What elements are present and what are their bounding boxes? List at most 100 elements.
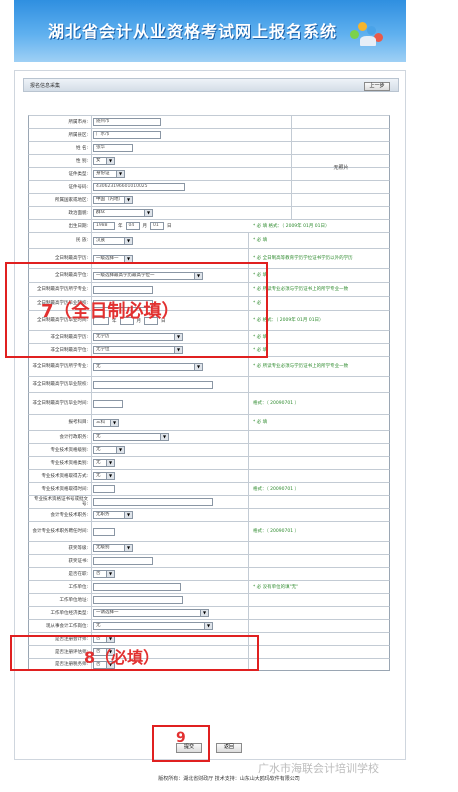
select-field[interactable]: 无 (93, 472, 115, 480)
select-field[interactable]: 无 (93, 446, 125, 454)
field-label: 出生日期: (68, 223, 88, 229)
form-row: 专业技术资格证书号或批文号: (28, 495, 390, 508)
form-row: 民 族: 汉族 * 必 填 (28, 232, 390, 248)
field-label: 非全日制最高学历所学专业: (32, 364, 88, 369)
field-control (93, 377, 213, 392)
field-label: 政治面貌: (68, 210, 88, 216)
year-unit: 年 (118, 224, 123, 229)
select-field[interactable]: 三科 (93, 418, 119, 427)
select-field[interactable]: 否 (93, 570, 115, 578)
text-input[interactable] (93, 380, 213, 389)
field-note: 格式：（ 20090701 ） (253, 529, 300, 534)
back-button[interactable]: 返回 (216, 743, 242, 753)
field-label: 现从事会计工作岗位: (45, 623, 88, 629)
text-input[interactable]: 广水市 (93, 131, 161, 139)
annotation-label-8: 8（必填） (84, 648, 160, 667)
field-control: 群众 (93, 207, 153, 219)
select-field[interactable]: 无 (93, 433, 169, 441)
select-field[interactable]: 无 (93, 622, 213, 630)
people-logo-icon (350, 20, 384, 50)
text-input[interactable] (93, 583, 181, 591)
form-row: 非全日制最高学历毕业院校: (28, 376, 390, 392)
text-input[interactable] (93, 498, 213, 506)
text-input[interactable] (93, 485, 115, 493)
form-row: 出生日期: 1988 年 04 月 01 日 * 必 填 格式：（ 2009年 01月 01日… (28, 219, 390, 232)
annotation-label-7: 7（全日制必填） (41, 301, 180, 322)
field-control: 女 (93, 155, 115, 167)
text-input[interactable]: 张华 (93, 144, 133, 152)
section-title: 报名信息采集 (30, 83, 61, 89)
date-month-input[interactable]: 04 (125, 222, 140, 230)
field-control: 一请选择一 (93, 607, 209, 619)
form-row: 工作单位: * 必 没有单位的填"无" (28, 580, 390, 593)
field-control (93, 555, 153, 567)
field-label: 获奖等级: (68, 545, 88, 551)
date-year-input[interactable]: 1988 (93, 222, 115, 230)
field-label: 所属县区: (68, 132, 88, 138)
field-label: 获奖证书: (68, 558, 88, 564)
field-control (93, 594, 183, 606)
field-label: 民 族: (76, 238, 88, 243)
previous-step-button[interactable]: 上一步 (364, 82, 390, 91)
field-label: 证件类型: (68, 171, 88, 177)
select-field[interactable]: 无 (93, 459, 115, 467)
date-day-input[interactable]: 01 (150, 222, 164, 230)
field-label: 所属市州: (68, 119, 88, 125)
field-label: 工作单位: (68, 584, 88, 590)
field-control: 无 (93, 470, 115, 482)
field-control (93, 522, 115, 541)
field-label: 专业技术资格级别: (50, 447, 88, 453)
field-label: 报考科目: (68, 420, 88, 425)
app-title: 湖北省会计从业资格考试网上报名系统 (48, 22, 338, 41)
form-row: 专业技术资格取得时间: 格式：（ 20090701 ） (28, 482, 390, 495)
field-label: 工作单位经济类型: (50, 610, 88, 616)
select-field[interactable]: 无 (93, 362, 203, 371)
field-label: 所属国家或地区: (54, 197, 88, 203)
field-label: 专业技术资格证书号或批文号: (34, 497, 88, 507)
watermark: 广水市海联会计培训学校 (258, 762, 379, 775)
field-control: 中国（内地） (93, 194, 133, 206)
field-label: 性 别: (76, 158, 88, 164)
field-control: 无 (93, 444, 125, 456)
form-row: 非全日制最高学历所学专业: 无 * 必 所读专业必须与学历证书上的所学专业一致 (28, 356, 390, 376)
form-row: 现从事会计工作岗位: 无 (28, 619, 390, 632)
field-control: 无 (93, 357, 203, 376)
text-input[interactable] (93, 596, 183, 604)
select-field[interactable]: 无职务 (93, 511, 133, 519)
field-label: 会计专业技术职务: (50, 512, 88, 518)
text-input[interactable] (93, 399, 123, 408)
field-label: 专业技术资格取得时间: (41, 486, 88, 492)
select-field[interactable]: 汉族 (93, 236, 133, 245)
field-control: 身份证 (93, 168, 125, 180)
select-field[interactable]: 中国（内地） (93, 196, 133, 204)
form-row: 是否在职: 否 (28, 567, 390, 580)
day-unit: 日 (167, 224, 172, 229)
submit-button[interactable]: 提交 (176, 743, 202, 753)
field-label: 姓 名: (76, 145, 88, 151)
field-note: * 必 没有单位的填"无" (253, 584, 299, 590)
field-control: 无 (93, 431, 169, 443)
photo-placeholder: 无照片 (291, 115, 390, 219)
text-input[interactable] (93, 527, 115, 536)
select-field[interactable]: 群众 (93, 209, 153, 217)
field-label: 专业技术资格类别: (50, 460, 88, 466)
form-row: 非全日制最高学历毕业时间: 格式：（ 20090701 ） (28, 392, 390, 414)
select-field[interactable]: 女 (93, 157, 115, 165)
field-note: 格式：（ 20090701 ） (253, 401, 300, 406)
form-row: 报考科目: 三科 * 必 填 (28, 414, 390, 430)
field-note: * 必 所读专业必须与学历证书上的所学专业一致 (253, 364, 349, 369)
text-input[interactable]: 430623196601010025 (93, 183, 185, 191)
form-row: 会计专业技术职务聘任时间: 格式：（ 20090701 ） (28, 521, 390, 541)
text-input[interactable] (93, 557, 153, 565)
select-field[interactable]: 一请选择一 (93, 609, 209, 617)
field-label: 会计行政职务: (59, 434, 88, 440)
field-control: 广水市 (93, 129, 161, 141)
field-control: 随州市 (93, 116, 161, 128)
select-field[interactable]: 身份证 (93, 170, 125, 178)
form-row: 专业技术资格级别: 无 (28, 443, 390, 456)
field-control: 三科 (93, 415, 119, 430)
select-field[interactable]: 无级别 (93, 544, 133, 552)
field-control: 无 (93, 620, 213, 632)
text-input[interactable]: 随州市 (93, 118, 161, 126)
field-label: 会计专业技术职务聘任时间: (32, 529, 88, 534)
